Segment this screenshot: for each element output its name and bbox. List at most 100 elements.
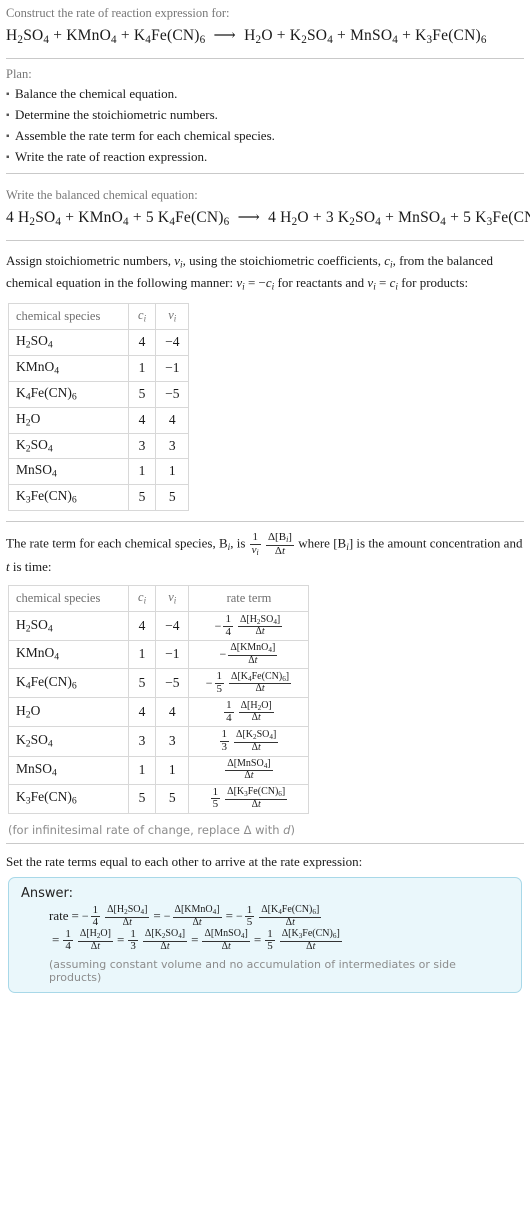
cell-vi: 5 [155,484,190,512]
cell-species: H2O [8,697,129,728]
bullet-icon: ▪ [6,88,10,100]
balanced-equation: 4 H2SO4 + KMnO4 + 5 K4Fe(CN)6 ⟶ 4 H2O + … [6,209,530,229]
rate-word: rate [49,907,69,923]
cell-ci: 4 [127,697,157,728]
table-row: H2SO4 4 −4−1 4 Δ[H2SO4] Δt [8,611,310,642]
table-row: K2SO4 3 3 [8,432,190,460]
divider [6,57,524,59]
cell-species: KMnO4 [8,640,129,670]
plan-section: Plan: ▪ Balance the chemical equation. ▪ D… [6,67,524,169]
cell-species: MnSO4 [8,755,129,785]
question-equation: H2SO4 + KMnO4 + K4Fe(CN)6 ⟶ H2O + K2SO4 … [6,26,487,46]
column-header-vi: vi [155,303,190,331]
divider [6,521,524,523]
cell-ci: 3 [127,726,157,757]
plan-item: ▪ Balance the chemical equation. [6,83,524,104]
stoichiometry-table: chemical species ci vi H2SO4 4 −4 KMnO4 1 −1 K… [8,303,190,512]
page-root: Construct the rate of reaction expressio… [0,0,530,1003]
cell-ci: 4 [127,329,157,356]
cell-vi: −1 [155,640,190,670]
plan-list: ▪ Balance the chemical equation. ▪ Determi… [6,83,524,167]
cell-rate-term: − Δ[KMnO4] Δt [188,640,310,670]
plan-item: ▪ Write the rate of reaction expression. [6,146,524,167]
cell-ci: 1 [127,755,157,785]
rate-terms-section: The rate term for each chemical species,… [6,530,524,839]
table-row: K3Fe(CN)6 5 5 [8,484,190,512]
plan-item-label: Assemble the rate term for each chemical… [15,128,275,144]
cell-ci: 1 [127,355,157,382]
table-header-row: chemical species ci vi [8,303,190,331]
answer-box: Answer: rate = −1 4 Δ[H2SO4] Δt = − Δ[KMnO4] Δt =… [8,876,522,993]
stoichiometry-section: Assign stoichiometric numbers, vi, using… [6,249,524,517]
answer-lead: Set the rate terms equal to each other t… [6,853,363,869]
cell-vi: −4 [155,329,190,356]
answer-line: = 1 4 Δ[H2O] Δt = 1 3 Δ[K2SO4] Δt = Δ[MnSO4] Δt = 1 5… [52,927,342,953]
column-header-species: chemical species [8,585,129,613]
cell-rate-term: −1 4 Δ[H2SO4] Δt [188,611,310,642]
cell-ci: 4 [127,611,157,642]
cell-rate-term: Δ[MnSO4] Δt [188,755,310,785]
question-prompt: Construct the rate of reaction expressio… [6,6,230,20]
column-header-ci: ci [127,303,157,331]
cell-rate-term: −1 5 Δ[K4Fe(CN)6] Δt [188,668,310,699]
table-header-row: chemical species ci vi rate term [8,585,310,613]
cell-ci: 1 [127,640,157,670]
column-header-vi: vi [155,585,190,613]
cell-species: K2SO4 [8,432,129,460]
balanced-equation-title: Write the balanced chemical equation: [6,188,198,203]
table-row: KMnO4 1 −1− Δ[KMnO4] Δt [8,640,310,670]
divider [6,173,524,175]
cell-species: H2SO4 [8,611,129,642]
cell-species: K4Fe(CN)6 [8,668,129,699]
answer-line: rate = −1 4 Δ[H2SO4] Δt = − Δ[KMnO4] Δt = −1 5 Δ[K4… [49,903,322,929]
cell-vi: −5 [155,380,190,408]
plan-item-label: Determine the stoichiometric numbers. [15,107,218,123]
column-header-species: chemical species [8,303,129,331]
cell-species: K2SO4 [8,726,129,757]
table-head: chemical species ci vi [8,303,190,331]
cell-species: MnSO4 [8,458,129,486]
balanced-equation-section: Write the balanced chemical equation: 4 … [6,182,530,236]
table-row: K4Fe(CN)6 5 −5 [8,380,190,408]
cell-vi: 3 [155,432,190,460]
plan-title: Plan: [6,66,32,81]
table-row: H2O 4 4 [8,406,190,434]
cell-ci: 5 [127,668,157,699]
cell-species: K3Fe(CN)6 [8,783,129,814]
table-row: K3Fe(CN)6 5 5 1 5 Δ[K3Fe(CN)6] Δt [8,783,310,814]
table-row: K2SO4 3 3 1 3 Δ[K2SO4] Δt [8,726,310,757]
bullet-icon: ▪ [6,131,10,143]
divider [6,240,524,242]
answer-label: Answer: [21,885,74,901]
rate-terms-intro: The rate term for each chemical species,… [6,531,523,575]
cell-vi: −5 [155,668,190,699]
divider [6,842,524,844]
column-header-rate-term: rate term [188,585,310,613]
cell-species: KMnO4 [8,355,129,382]
table-body: H2SO4 4 −4 KMnO4 1 −1 K4Fe(CN)6 5 −5 H2O 4 4 K2SO4 3 3… [8,329,190,512]
rate-terms-footnote: (for infinitesimal rate of change, repla… [8,822,295,837]
answer-note: (assuming constant volume and no accumul… [49,957,456,984]
plan-item-label: Balance the chemical equation. [15,85,178,101]
cell-ci: 5 [127,484,157,512]
cell-vi: 1 [155,458,190,486]
cell-ci: 1 [127,458,157,486]
cell-species: H2SO4 [8,329,129,356]
cell-vi: 4 [155,406,190,434]
answer-section: Set the rate terms equal to each other t… [6,852,524,1003]
plan-item-label: Write the rate of reaction expression. [15,149,208,165]
cell-vi: 5 [155,783,190,814]
cell-ci: 5 [127,783,157,814]
table-row: MnSO4 1 1 [8,458,190,486]
stoichiometry-intro: Assign stoichiometric numbers, vi, using… [6,253,493,293]
cell-rate-term: 14 Δ[H2O] Δt [188,697,310,728]
cell-rate-term: 15 Δ[K3Fe(CN)6] Δt [188,783,310,814]
column-header-ci: ci [127,585,157,613]
table-row: K4Fe(CN)6 5 −5−1 5 Δ[K4Fe(CN)6] Δt [8,668,310,699]
table-row: H2SO4 4 −4 [8,329,190,356]
cell-vi: 1 [155,755,190,785]
cell-ci: 4 [127,406,157,434]
table-row: MnSO4 1 1 Δ[MnSO4] Δt [8,755,310,785]
table-body: H2SO4 4 −4−1 4 Δ[H2SO4] Δt KMnO4 1 −1− Δ[KMnO4] Δ… [8,611,310,814]
plan-item: ▪ Determine the stoichiometric numbers. [6,104,524,125]
